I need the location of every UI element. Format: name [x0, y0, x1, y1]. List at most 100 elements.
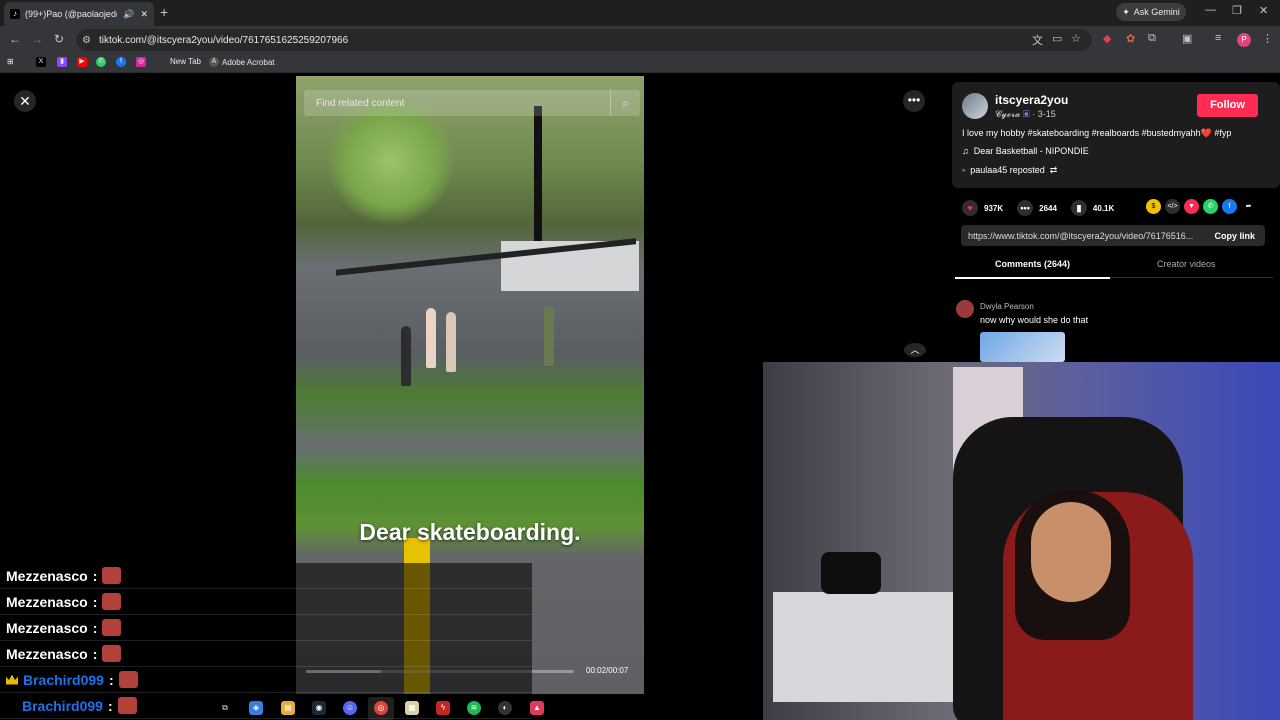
- spotify-icon[interactable]: ≋: [467, 701, 481, 715]
- ask-gemini-button[interactable]: ✦ Ask Gemini: [1116, 3, 1186, 21]
- file-explorer-icon[interactable]: ▤: [281, 701, 295, 715]
- crown-icon: [6, 674, 18, 685]
- video-scene-skater: [401, 326, 411, 386]
- chat-separator: :: [92, 567, 98, 584]
- puzzle-icon[interactable]: ⧉: [1148, 32, 1156, 45]
- video-time: 00:02/00:07: [586, 666, 629, 675]
- site-info-icon[interactable]: ⚙: [82, 35, 91, 46]
- chat-username: Mezzenasco: [6, 619, 88, 636]
- whatsapp-icon[interactable]: ✆: [1203, 199, 1218, 214]
- star-icon[interactable]: ☆: [1071, 32, 1081, 45]
- post-tabs: Comments (2644) Creator videos: [955, 258, 1273, 279]
- back-button[interactable]: ←: [9, 32, 21, 46]
- comment-avatar[interactable]: [956, 300, 974, 318]
- kebab-menu-icon[interactable]: ⋮: [1262, 32, 1273, 45]
- whatsapp-icon[interactable]: ✆: [96, 57, 106, 67]
- emote-icon: [118, 671, 138, 688]
- stream-chat: Mezzenasco: Mezzenasco: Mezzenasco: Mezz…: [0, 563, 532, 719]
- comment-image[interactable]: [980, 332, 1065, 362]
- discord-icon[interactable]: ☺: [343, 701, 357, 715]
- coin-icon[interactable]: $: [1146, 199, 1161, 214]
- more-icon[interactable]: •••: [903, 90, 925, 112]
- sidepanel-icon[interactable]: ▣: [1182, 32, 1192, 45]
- chrome-icon[interactable]: ◎: [374, 701, 388, 715]
- tab-creator-videos[interactable]: Creator videos: [1157, 259, 1216, 269]
- like-stat[interactable]: ♥ 937K: [962, 200, 1003, 216]
- active-tab-indicator: [955, 277, 1110, 279]
- minimize-button[interactable]: —: [1205, 4, 1216, 16]
- forward-button[interactable]: →: [31, 32, 43, 46]
- address-bar[interactable]: ⚙ tiktok.com/@itscyera2you/video/7617651…: [76, 29, 1092, 51]
- post-nickname: 𝓒𝔂𝓮𝓻𝓪 ▣ · 3-15: [995, 109, 1056, 120]
- instagram-icon[interactable]: ◎: [136, 57, 146, 67]
- post-music[interactable]: ♫ Dear Basketball - NIPONDIE: [962, 146, 1089, 156]
- comment-stat[interactable]: ••• 2644: [1017, 200, 1057, 216]
- browser-toolbar: ← → ↻ ⚙ tiktok.com/@itscyera2you/video/7…: [0, 26, 1280, 53]
- gemini-icon: ✦: [1122, 6, 1130, 17]
- app-icon[interactable]: ϟ: [436, 701, 450, 715]
- save-count: 40.1K: [1092, 203, 1115, 213]
- bookmark-label: Adobe Acrobat: [222, 57, 275, 67]
- chat-message: Mezzenasco:: [0, 641, 532, 667]
- post-username[interactable]: itscyera2you: [995, 93, 1068, 107]
- send-icon[interactable]: ▼: [1184, 199, 1199, 214]
- share-arrow-icon[interactable]: ➦: [1241, 199, 1256, 214]
- task-view-icon[interactable]: ⧉: [218, 701, 232, 715]
- chevron-up-icon[interactable]: ︿: [904, 343, 926, 357]
- post-date: · 3-15: [1032, 109, 1056, 119]
- facebook-icon[interactable]: f: [1222, 199, 1237, 214]
- nickname-text: 𝓒𝔂𝓮𝓻𝓪: [995, 109, 1021, 119]
- maximize-button[interactable]: ❐: [1232, 4, 1242, 17]
- repost-text: paulaa45 reposted: [970, 165, 1045, 175]
- browser-tab[interactable]: ♪ (99+)Pao (@paolaojedda) | 🔊 ✕: [4, 2, 154, 26]
- obs-icon[interactable]: ◐: [498, 701, 512, 715]
- chat-username: Mezzenasco: [6, 645, 88, 662]
- tab-close-icon[interactable]: ✕: [140, 9, 148, 20]
- embed-icon[interactable]: </>: [1165, 199, 1180, 214]
- copy-link-button[interactable]: Copy link: [1214, 231, 1255, 241]
- steam-icon[interactable]: ◉: [312, 701, 326, 715]
- new-tab-button[interactable]: +: [160, 4, 168, 20]
- notes-icon[interactable]: ▦: [405, 701, 419, 715]
- url-text: tiktok.com/@itscyera2you/video/761765162…: [98, 34, 349, 46]
- bookmark-adobe-acrobat[interactable]: A Adobe Acrobat: [209, 57, 274, 67]
- find-related-search[interactable]: Find related content ⌕: [304, 90, 640, 116]
- taskbar: ⧉ ◈ ▤ ◉ ☺ ◎ ▦ ϟ ≋ ◐ ▲: [0, 697, 560, 720]
- profile-avatar[interactable]: P: [1237, 33, 1251, 47]
- extension-icon[interactable]: ◆: [1103, 32, 1111, 45]
- avatar[interactable]: [962, 93, 988, 119]
- comment-text: now why would she do that: [980, 315, 1089, 325]
- tab-comments[interactable]: Comments (2644): [995, 259, 1070, 269]
- chat-username: Mezzenasco: [6, 567, 88, 584]
- speaker-icon[interactable]: 🔊: [123, 9, 134, 20]
- follow-button[interactable]: Follow: [1197, 94, 1258, 117]
- save-stat[interactable]: ▮ 40.1K: [1070, 200, 1115, 216]
- acrobat-icon: A: [209, 57, 219, 67]
- copilot-icon[interactable]: ◈: [249, 701, 263, 715]
- bookmark-new-tab[interactable]: New Tab: [170, 57, 201, 66]
- video-caption: Dear skateboarding.: [359, 519, 581, 545]
- repost-icon: ⇄: [1049, 165, 1058, 175]
- cast-icon[interactable]: ▭: [1052, 32, 1062, 45]
- extension-icon[interactable]: ✿: [1126, 32, 1135, 45]
- chat-username: Brachird099: [23, 671, 104, 688]
- app-icon[interactable]: ▲: [530, 701, 544, 715]
- apps-icon[interactable]: ⊞: [7, 57, 14, 66]
- post-info-panel: itscyera2you 𝓒𝔂𝓮𝓻𝓪 ▣ · 3-15 Follow I lov…: [952, 82, 1280, 362]
- video-scene-person: [544, 306, 554, 366]
- youtube-icon[interactable]: ▶: [77, 57, 87, 67]
- window-close-button[interactable]: ✕: [1259, 4, 1268, 17]
- chat-message: Mezzenasco:: [0, 615, 532, 641]
- facebook-icon[interactable]: f: [116, 57, 126, 67]
- emote-icon: [102, 645, 122, 662]
- streamer-face: [1031, 502, 1111, 602]
- post-link-box: https://www.tiktok.com/@itscyera2you/vid…: [961, 225, 1265, 246]
- translate-icon[interactable]: 文: [1032, 32, 1043, 48]
- menu-icon[interactable]: ≡: [1215, 32, 1221, 44]
- reload-button[interactable]: ↻: [54, 32, 64, 46]
- x-icon[interactable]: X: [36, 57, 46, 67]
- close-icon[interactable]: ✕: [14, 90, 36, 112]
- search-icon[interactable]: ⌕: [610, 90, 640, 116]
- comment-author[interactable]: Dwyla Pearson: [980, 302, 1034, 311]
- twitch-icon[interactable]: ▮: [57, 57, 67, 67]
